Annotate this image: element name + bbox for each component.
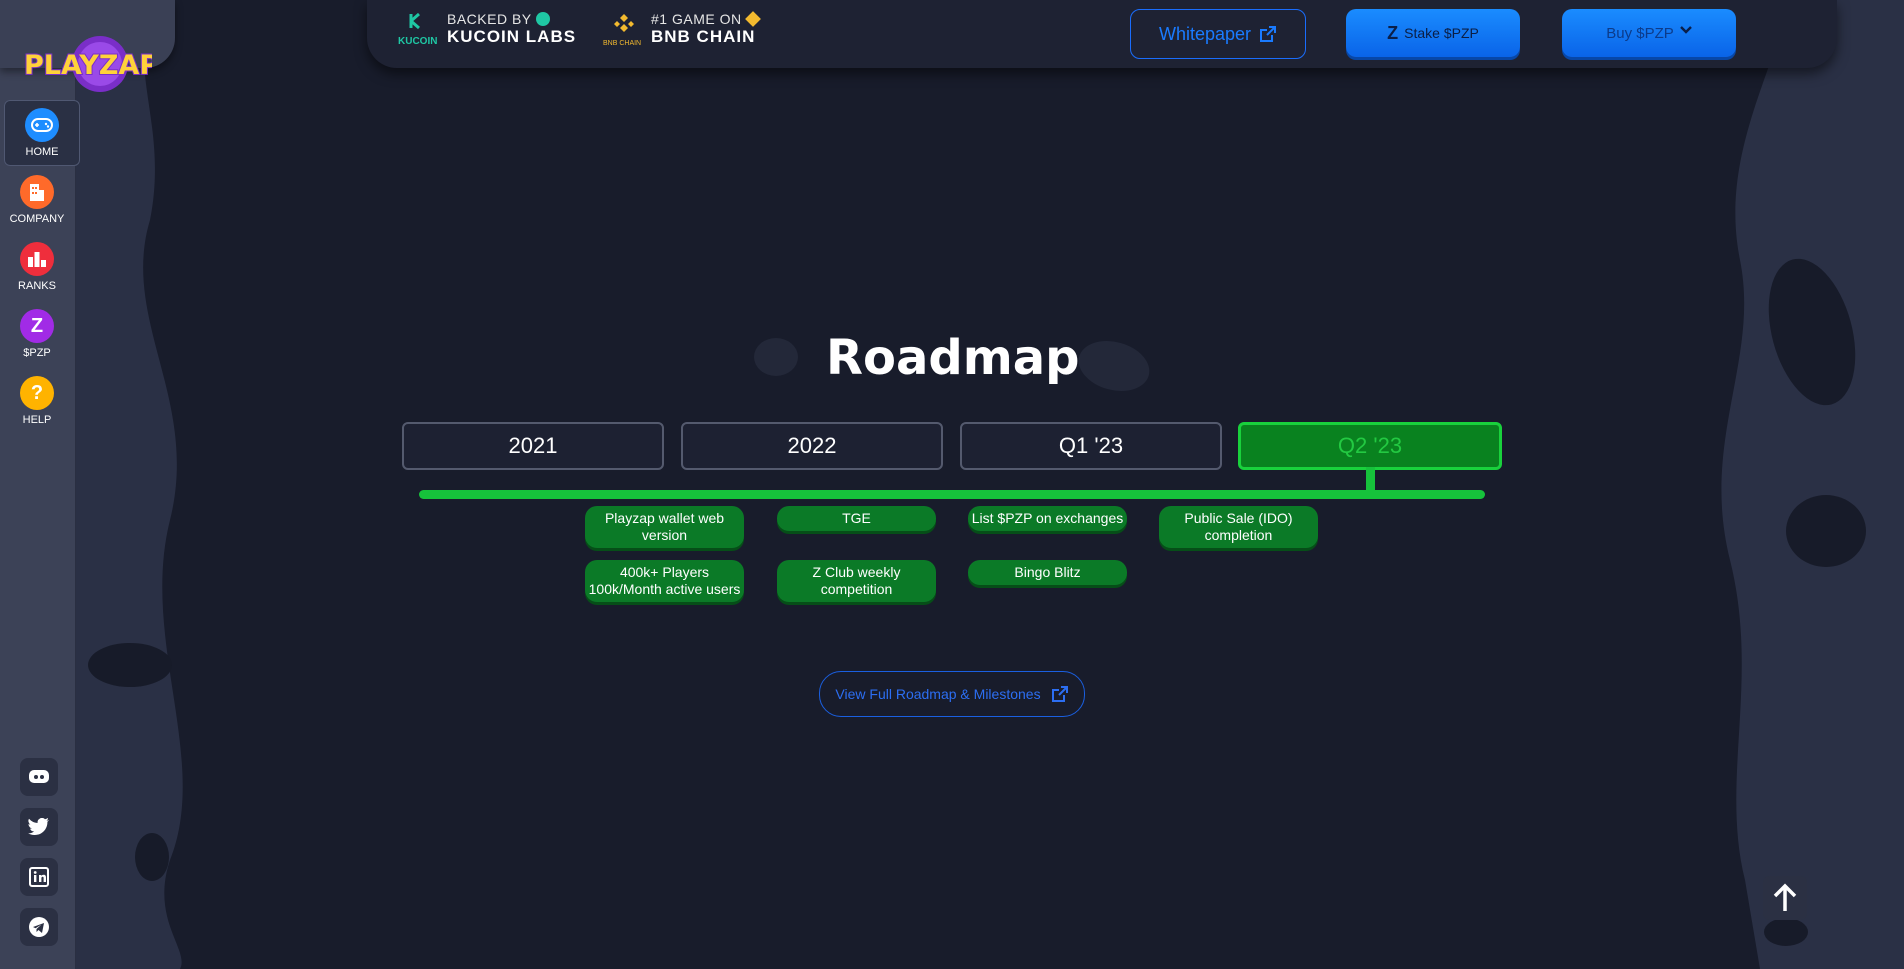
backer-name: KUCOIN LABS xyxy=(447,27,577,46)
external-link-icon xyxy=(1051,686,1068,702)
sidebar: HOME COMPANY RANKS Z $PZP ? HELP xyxy=(0,0,80,969)
gamepad-icon xyxy=(25,108,59,142)
question-icon: ? xyxy=(20,376,54,410)
logo-text: PLAYZAP xyxy=(24,50,152,81)
milestone-pill: Bingo Blitz xyxy=(968,560,1127,585)
milestone-pill: List $PZP on exchanges xyxy=(968,506,1127,531)
whitepaper-button[interactable]: Whitepaper xyxy=(1130,9,1306,59)
svg-text:KUCOIN: KUCOIN xyxy=(398,36,437,47)
sidebar-item-help[interactable]: ? HELP xyxy=(0,368,74,434)
view-full-roadmap-button[interactable]: View Full Roadmap & Milestones xyxy=(819,671,1085,717)
arrow-up-icon xyxy=(1773,883,1797,911)
kucoin-coin-icon xyxy=(535,12,550,26)
sidebar-item-label: $PZP xyxy=(23,347,51,359)
sidebar-item-pzp[interactable]: Z $PZP xyxy=(0,301,74,367)
whitepaper-label: Whitepaper xyxy=(1158,23,1252,44)
stake-label: Stake $PZP xyxy=(1404,25,1479,41)
pzp-z-icon: Z xyxy=(1387,22,1399,43)
bnb-backer[interactable]: BNB CHAIN #1 GAME ON BNB CHAIN xyxy=(603,8,761,50)
milestone-pill: Z Club weekly competition xyxy=(777,560,936,602)
roadmap-timeline xyxy=(419,490,1485,499)
milestone-pill: 400k+ Players 100k/Month active users xyxy=(585,560,744,602)
milestone-pill: TGE xyxy=(777,506,936,531)
bnb-coin-icon xyxy=(745,11,761,27)
twitter-icon[interactable] xyxy=(20,808,58,846)
buy-label: Buy $PZP xyxy=(1606,24,1674,42)
stake-button[interactable]: Z Stake $PZP xyxy=(1346,9,1520,57)
tab-q2-23[interactable]: Q2 '23 xyxy=(1238,422,1502,470)
pzp-coin-icon: Z xyxy=(20,309,54,343)
backer-caption: BACKED BY xyxy=(447,11,576,27)
scroll-to-top-button[interactable] xyxy=(1763,876,1807,920)
sidebar-item-home[interactable]: HOME xyxy=(4,100,80,166)
sidebar-item-ranks[interactable]: RANKS xyxy=(0,234,74,300)
background-decoration xyxy=(75,0,1904,969)
bar-chart-icon xyxy=(20,242,54,276)
view-full-roadmap-label: View Full Roadmap & Milestones xyxy=(835,686,1041,702)
kucoin-backer[interactable]: KUCOIN BACKED BY KUCOIN LABS xyxy=(397,8,576,50)
telegram-icon[interactable] xyxy=(20,908,58,946)
discord-icon[interactable] xyxy=(20,758,58,796)
playzap-logo[interactable]: PLAYZAP xyxy=(20,32,152,94)
sidebar-item-label: HOME xyxy=(25,146,59,158)
kucoin-logo-icon: KUCOIN xyxy=(398,12,437,47)
tab-2022[interactable]: 2022 xyxy=(681,422,943,470)
backer-name: BNB CHAIN xyxy=(651,27,756,46)
milestone-pill: Playzap wallet web version xyxy=(585,506,744,548)
tab-2021[interactable]: 2021 xyxy=(402,422,664,470)
sidebar-item-label: COMPANY xyxy=(9,213,65,225)
building-icon xyxy=(20,175,54,209)
sidebar-item-label: RANKS xyxy=(18,280,56,292)
sidebar-item-company[interactable]: COMPANY xyxy=(0,167,74,233)
social-links xyxy=(20,758,58,958)
tab-q1-23[interactable]: Q1 '23 xyxy=(960,422,1222,470)
buy-dropdown-button[interactable]: Buy $PZP xyxy=(1562,9,1736,57)
roadmap-title: Roadmap xyxy=(826,330,1080,386)
linkedin-icon[interactable] xyxy=(20,858,58,896)
sidebar-nav: HOME COMPANY RANKS Z $PZP ? HELP xyxy=(0,100,80,435)
external-link-icon xyxy=(1260,26,1277,42)
svg-text:BNB CHAIN: BNB CHAIN xyxy=(603,40,641,47)
sidebar-item-label: HELP xyxy=(22,414,52,426)
chevron-down-icon xyxy=(1679,26,1692,34)
bnb-logo-icon: BNB CHAIN xyxy=(603,14,641,47)
milestone-pill: Public Sale (IDO) completion xyxy=(1159,506,1318,548)
top-header: KUCOIN BACKED BY KUCOIN LABS BNB CHAIN #… xyxy=(367,0,1837,68)
backer-caption: #1 GAME ON xyxy=(651,11,761,27)
